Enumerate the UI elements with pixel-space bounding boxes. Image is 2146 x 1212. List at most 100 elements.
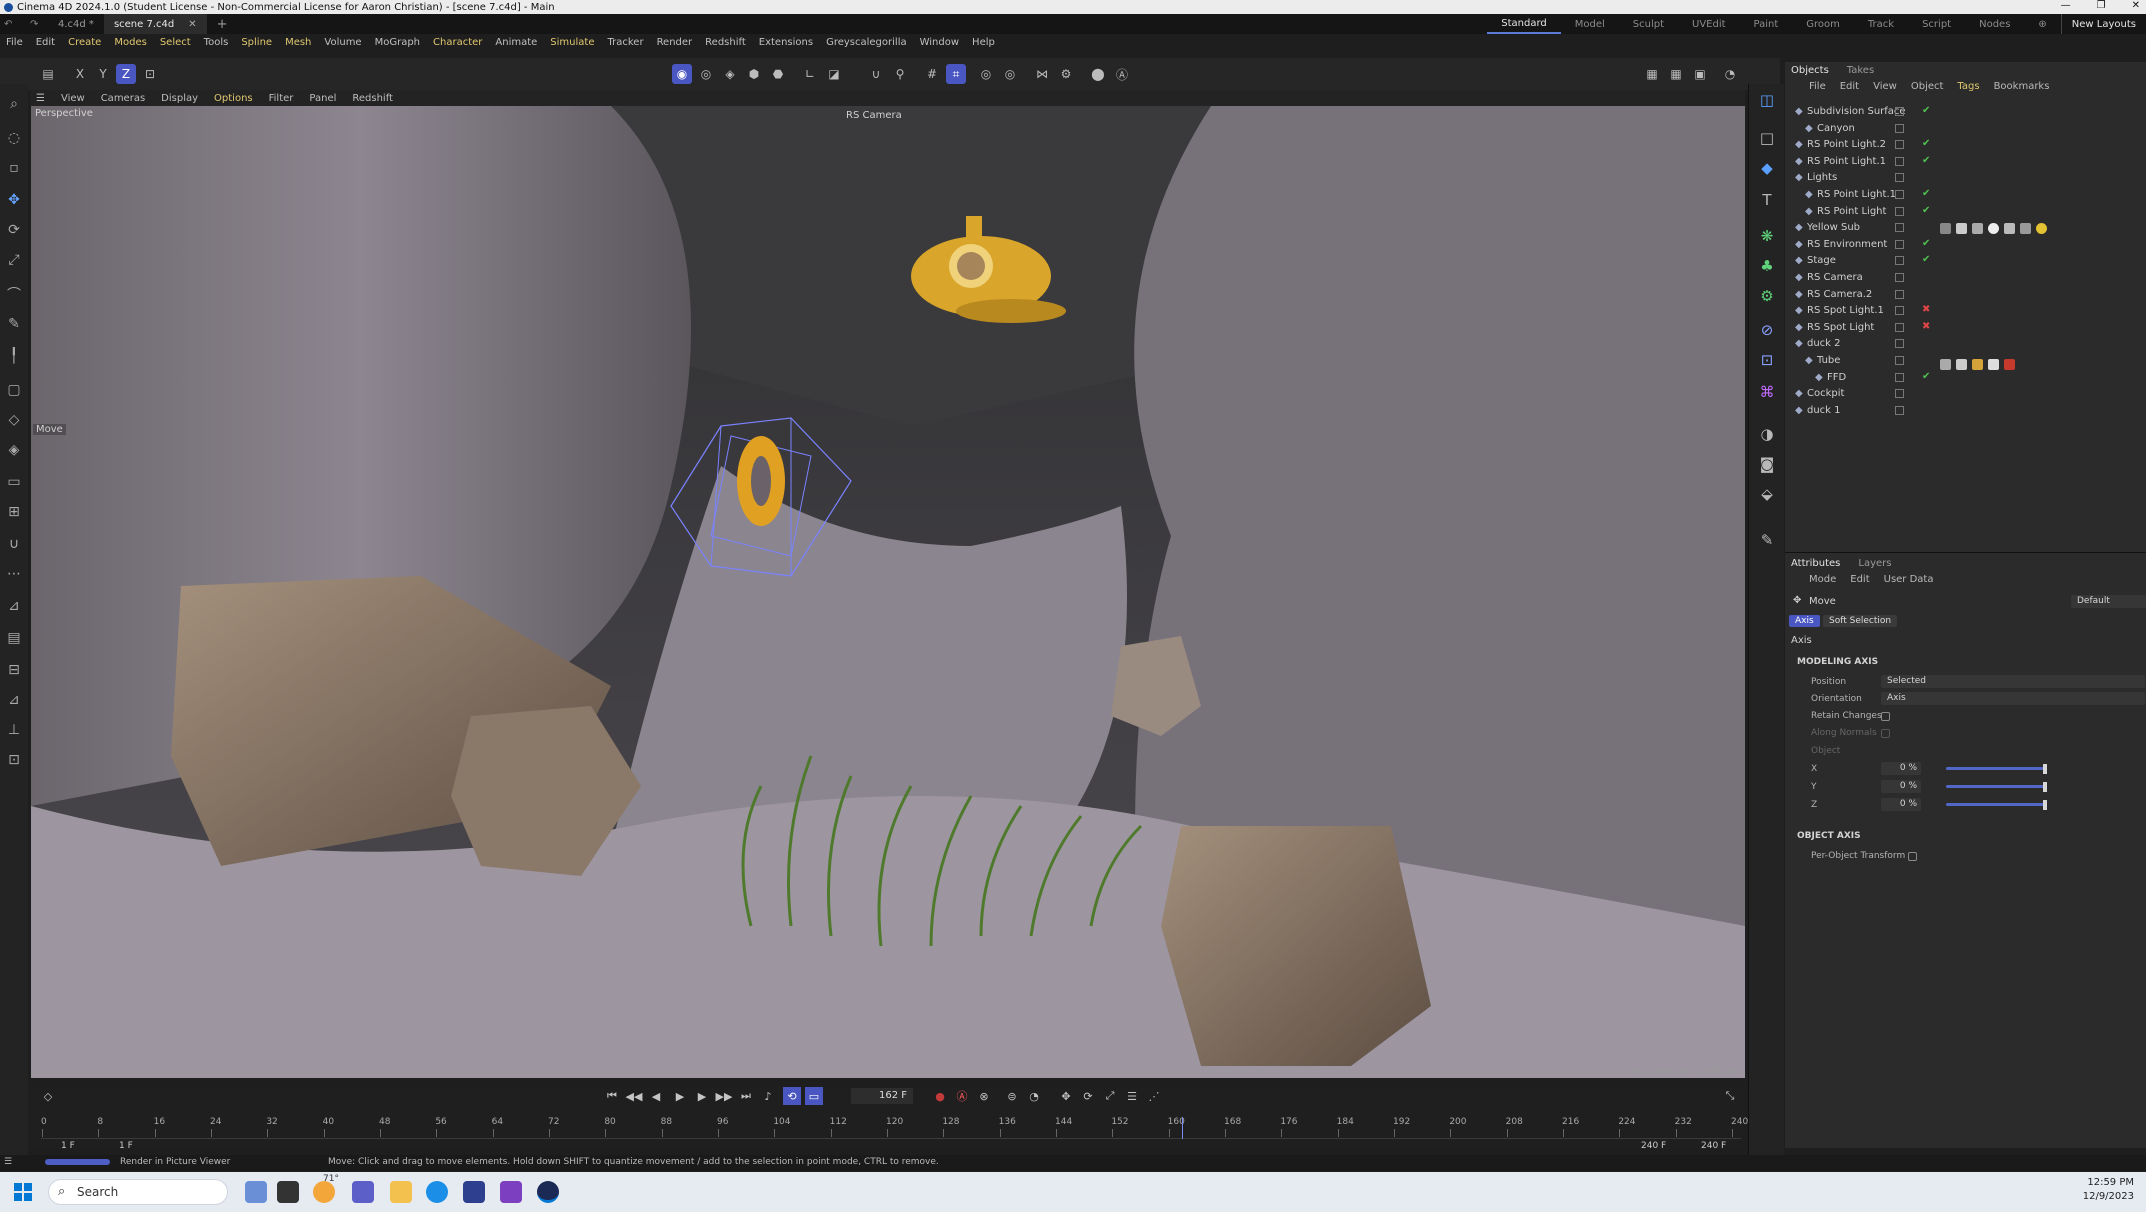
soft-selection-icon[interactable]: ◎ bbox=[1000, 64, 1020, 84]
select-icon[interactable]: ▫ bbox=[4, 158, 24, 178]
objects-menu-bookmarks[interactable]: Bookmarks bbox=[1994, 81, 2050, 92]
measure-icon[interactable]: ⊿ bbox=[4, 596, 24, 616]
object-axis-header[interactable]: OBJECT AXIS bbox=[1797, 831, 1861, 841]
playhead-marker[interactable] bbox=[1181, 1117, 1183, 1139]
go-to-end-icon[interactable]: ⏭ bbox=[737, 1087, 755, 1105]
workplane-icon[interactable]: ◎ bbox=[976, 64, 996, 84]
parameter-icon[interactable]: ◔ bbox=[1025, 1087, 1043, 1105]
view-menu-view[interactable]: View bbox=[61, 93, 85, 104]
menu-tracker[interactable]: Tracker bbox=[607, 37, 643, 48]
position-key-icon[interactable]: ✥ bbox=[1057, 1087, 1075, 1105]
enabled-check-icon[interactable]: ✔ bbox=[1922, 105, 1930, 116]
layer-visibility-icon[interactable] bbox=[1895, 173, 1904, 183]
subtab-axis[interactable]: Axis bbox=[1789, 615, 1820, 627]
preview-end-field[interactable]: 240 F bbox=[1641, 1141, 1666, 1151]
y-value-field[interactable]: 0 % bbox=[1881, 780, 1921, 793]
layout-groom[interactable]: Groom bbox=[1792, 14, 1854, 34]
snap-grid-icon[interactable]: # bbox=[922, 64, 942, 84]
minimize-icon[interactable]: — bbox=[2061, 0, 2071, 11]
menu-mesh[interactable]: Mesh bbox=[285, 37, 311, 48]
layer-visibility-icon[interactable] bbox=[1895, 123, 1904, 133]
loop-icon[interactable]: ⟲ bbox=[783, 1087, 801, 1105]
store-app-icon[interactable] bbox=[463, 1181, 485, 1203]
render-settings-icon[interactable]: ▣ bbox=[1690, 64, 1710, 84]
texture-tag-icon[interactable] bbox=[1956, 359, 1967, 370]
maximize-icon[interactable]: ❐ bbox=[2097, 0, 2106, 11]
objects-menu-view[interactable]: View bbox=[1873, 81, 1897, 92]
modeling-axis-header[interactable]: MODELING AXIS bbox=[1797, 657, 1878, 667]
square-icon[interactable]: □ bbox=[1757, 128, 1777, 148]
sound-icon[interactable]: ♪ bbox=[759, 1087, 777, 1105]
layout-script[interactable]: Script bbox=[1908, 14, 1965, 34]
object-row[interactable]: Stage ◆ ✔ bbox=[1785, 253, 2146, 269]
layer-visibility-icon[interactable] bbox=[1895, 140, 1904, 150]
tag-icon[interactable]: ⬙ bbox=[1757, 484, 1777, 504]
enabled-check-icon[interactable]: ✔ bbox=[1922, 254, 1930, 265]
task-view-icon[interactable] bbox=[277, 1181, 299, 1203]
render-region-icon[interactable]: ⬤ bbox=[1088, 64, 1108, 84]
view-menu-display[interactable]: Display bbox=[161, 93, 198, 104]
view-menu-options[interactable]: Options bbox=[214, 93, 253, 104]
pen-icon[interactable]: ✎ bbox=[4, 314, 24, 334]
world-coordinates-icon[interactable]: ⊡ bbox=[140, 64, 160, 84]
search-icon[interactable]: ⌕ bbox=[4, 94, 24, 114]
document-start-field[interactable]: 1 F bbox=[119, 1141, 133, 1151]
model-mode-icon[interactable]: ▤ bbox=[38, 64, 58, 84]
disabled-x-icon[interactable]: ✖ bbox=[1922, 304, 1930, 315]
points-mode-icon[interactable]: ◎ bbox=[696, 64, 716, 84]
edges-mode-icon[interactable]: ◈ bbox=[720, 64, 740, 84]
layout-sculpt[interactable]: Sculpt bbox=[1619, 14, 1678, 34]
menu-window[interactable]: Window bbox=[920, 37, 959, 48]
y-slider[interactable] bbox=[1946, 785, 2046, 788]
layer-visibility-icon[interactable] bbox=[1895, 239, 1904, 249]
preview-range-icon[interactable]: ▭ bbox=[805, 1087, 823, 1105]
deformer-icon[interactable]: ♣ bbox=[1757, 256, 1777, 276]
retain-changes-checkbox[interactable] bbox=[1881, 712, 1890, 721]
tray-clock[interactable]: 12:59 PM bbox=[2083, 1176, 2134, 1190]
x-slider[interactable] bbox=[1946, 767, 2046, 770]
document-end-field[interactable]: 240 F bbox=[1701, 1141, 1726, 1151]
snap-enable-icon[interactable]: ⌗ bbox=[946, 64, 966, 84]
attr-menu-edit[interactable]: Edit bbox=[1850, 574, 1869, 585]
viewport-hamburger-icon[interactable]: ☰ bbox=[36, 93, 45, 104]
material-icon[interactable]: ◑ bbox=[1757, 424, 1777, 444]
texture-tag-icon[interactable] bbox=[1956, 223, 1967, 234]
tab-layers[interactable]: Layers bbox=[1858, 558, 1891, 569]
object-row[interactable]: RS Camera.2 ◆ bbox=[1785, 287, 2146, 303]
rotation-key-icon[interactable]: ⟳ bbox=[1079, 1087, 1097, 1105]
object-row[interactable]: duck 1 ◆ bbox=[1785, 403, 2146, 419]
layout-standard[interactable]: Standard bbox=[1487, 14, 1561, 34]
current-frame-field[interactable]: 162 F bbox=[851, 1088, 913, 1104]
attr-menu-mode[interactable]: Mode bbox=[1809, 574, 1836, 585]
primitive-cube-icon[interactable]: ◆ bbox=[1757, 158, 1777, 178]
view-menu-panel[interactable]: Panel bbox=[309, 93, 336, 104]
render-picture-viewer-icon[interactable]: ▦ bbox=[1666, 64, 1686, 84]
keyframe-selection-icon[interactable]: ⊗ bbox=[975, 1087, 993, 1105]
keyframe-diamond-icon[interactable]: ◇ bbox=[39, 1087, 57, 1105]
go-to-start-icon[interactable]: ⏮ bbox=[603, 1087, 621, 1105]
layer-visibility-icon[interactable] bbox=[1895, 190, 1904, 199]
menu-extensions[interactable]: Extensions bbox=[759, 37, 813, 48]
scale-key-icon[interactable]: ⤢ bbox=[1101, 1087, 1119, 1105]
z-slider-knob[interactable] bbox=[2043, 800, 2047, 810]
brush-icon[interactable]: ╿ bbox=[4, 346, 24, 366]
object-row[interactable]: RS Environment ◆ ✔ bbox=[1785, 237, 2146, 253]
menu-animate[interactable]: Animate bbox=[495, 37, 537, 48]
move-tool-icon[interactable]: ✥ bbox=[4, 190, 24, 210]
enabled-check-icon[interactable]: ✔ bbox=[1922, 138, 1930, 149]
preview-start-field[interactable]: 1 F bbox=[61, 1141, 75, 1151]
enabled-check-icon[interactable]: ✔ bbox=[1922, 371, 1930, 382]
frame-ruler[interactable]: 0 8 16 24 32 40 48 56 64 72 80 88 96 104 112 120 128 136 1… bbox=[41, 1117, 1748, 1139]
view-menu-cameras[interactable]: Cameras bbox=[101, 93, 145, 104]
layout-nodes[interactable]: Nodes bbox=[1965, 14, 2024, 34]
layer-visibility-icon[interactable] bbox=[1895, 339, 1904, 349]
texture-tag-icon[interactable] bbox=[1972, 223, 1983, 234]
add-tab-icon[interactable]: + bbox=[207, 14, 238, 34]
tab-takes[interactable]: Takes bbox=[1847, 65, 1874, 76]
along-normals-checkbox[interactable] bbox=[1881, 729, 1890, 738]
loop-icon[interactable]: ⊞ bbox=[4, 502, 24, 522]
menu-tools[interactable]: Tools bbox=[204, 37, 229, 48]
texture-tag-icon[interactable] bbox=[2004, 359, 2015, 370]
layer-visibility-icon[interactable] bbox=[1895, 223, 1904, 233]
enabled-check-icon[interactable]: ✔ bbox=[1922, 238, 1930, 249]
